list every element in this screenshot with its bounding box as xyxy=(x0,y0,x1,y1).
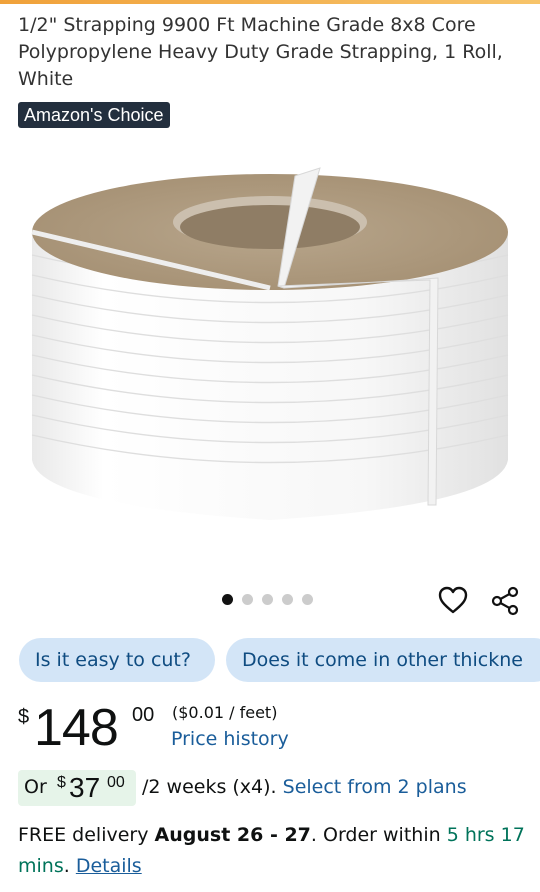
free-delivery-label: FREE delivery xyxy=(18,824,149,846)
installment-price-box: Or $ 37 00 xyxy=(18,770,136,806)
price-currency: $ xyxy=(18,706,30,728)
price-fraction: 00 xyxy=(132,704,155,726)
installment-prefix: Or xyxy=(24,776,47,798)
price-whole: 148 xyxy=(34,699,119,757)
question-chip[interactable]: Is it easy to cut? xyxy=(19,638,215,682)
product-title[interactable]: 1/2" Strapping 9900 Ft Machine Grade 8x8… xyxy=(18,12,523,93)
carousel-dot[interactable] xyxy=(262,594,273,605)
amazons-choice-badge[interactable]: Amazon's Choice xyxy=(18,102,170,128)
delivery-info: FREE delivery August 26 - 27. Order with… xyxy=(18,820,528,882)
installment-fraction: 00 xyxy=(107,774,125,791)
image-carousel-indicator[interactable] xyxy=(222,594,313,605)
order-within-label: . Order within xyxy=(310,824,441,846)
installment-currency: $ xyxy=(57,774,66,791)
carousel-dot[interactable] xyxy=(282,594,293,605)
delivery-dates: August 26 - 27 xyxy=(154,824,311,846)
top-strip xyxy=(0,0,540,4)
price-history-link[interactable]: Price history xyxy=(171,728,289,750)
carousel-dot[interactable] xyxy=(222,594,233,605)
unit-price: ($0.01 / feet) xyxy=(172,703,278,722)
strapping-roll-image[interactable] xyxy=(20,160,520,540)
delivery-details-link[interactable]: Details xyxy=(76,855,142,877)
installment-term: /2 weeks (x4). xyxy=(142,776,277,798)
question-chip[interactable]: Does it come in other thickne xyxy=(226,638,540,682)
carousel-dot[interactable] xyxy=(242,594,253,605)
carousel-dot[interactable] xyxy=(302,594,313,605)
select-plans-link[interactable]: Select from 2 plans xyxy=(283,776,467,798)
heart-icon[interactable] xyxy=(437,585,469,615)
delivery-period: . xyxy=(63,855,70,877)
share-icon[interactable] xyxy=(489,585,521,617)
installment-whole: 37 xyxy=(69,772,101,803)
installment-terms: /2 weeks (x4). Select from 2 plans xyxy=(142,776,467,798)
